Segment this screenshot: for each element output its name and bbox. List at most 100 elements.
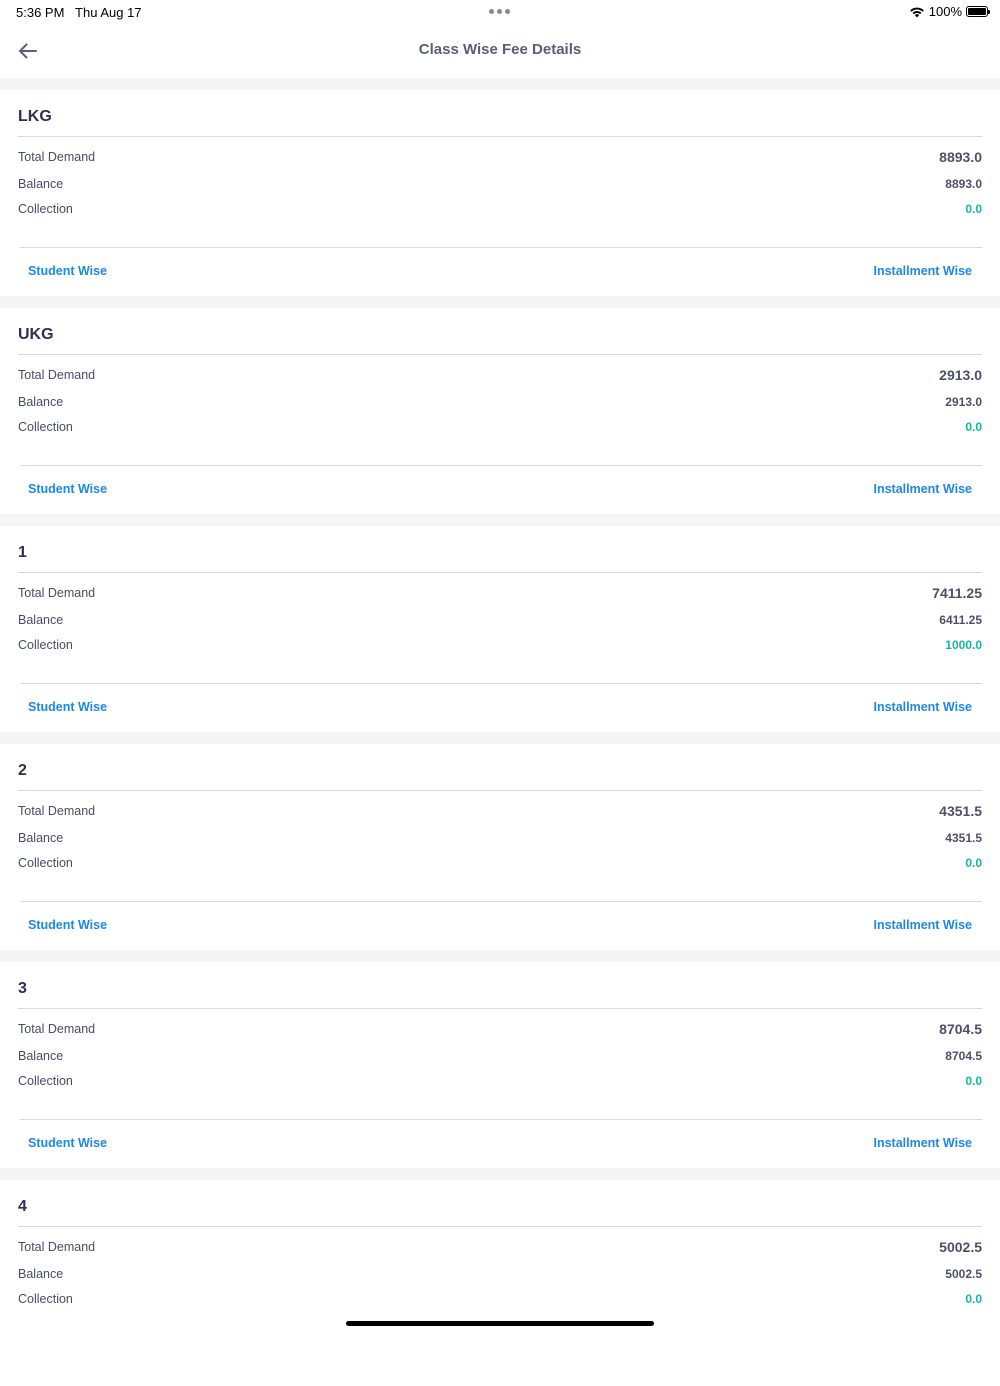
balance-row: Balance 8893.0 (18, 177, 982, 195)
class-card: 1 Total Demand 7411.25 Balance 6411.25 C… (0, 514, 1000, 732)
total-demand-value: 4351.5 (939, 803, 982, 819)
total-demand-label: Total Demand (18, 1022, 96, 1036)
balance-value: 8893.0 (945, 177, 982, 191)
total-demand-value: 8704.5 (939, 1021, 982, 1037)
divider (20, 901, 982, 902)
class-name: 1 (18, 544, 27, 561)
nav-bar: Class Wise Fee Details (0, 24, 1000, 78)
divider (18, 1226, 982, 1227)
total-demand-value: 8893.0 (939, 149, 982, 165)
total-demand-label: Total Demand (18, 804, 96, 818)
class-fee-list: LKG Total Demand 8893.0 Balance 8893.0 C… (0, 78, 1000, 1386)
installment-wise-button[interactable]: Installment Wise (873, 918, 972, 932)
balance-row: Balance 6411.25 (18, 613, 982, 631)
student-wise-button[interactable]: Student Wise (28, 482, 107, 496)
battery-percentage: 100% (928, 4, 962, 19)
collection-value: 1000.0 (945, 638, 982, 652)
balance-label: Balance (18, 831, 64, 845)
status-right-group: 100% (909, 4, 990, 19)
wifi-icon (909, 7, 924, 17)
total-demand-value: 7411.25 (932, 585, 982, 601)
installment-wise-button[interactable]: Installment Wise (873, 264, 972, 278)
status-time: 5:36 PM Thu Aug 17 (16, 5, 142, 20)
balance-row: Balance 8704.5 (18, 1049, 982, 1067)
collection-value: 0.0 (965, 1292, 982, 1306)
divider (20, 683, 982, 684)
divider (20, 1119, 982, 1120)
collection-value: 0.0 (965, 856, 982, 870)
student-wise-button[interactable]: Student Wise (28, 264, 107, 278)
balance-label: Balance (18, 613, 64, 627)
total-demand-row: Total Demand 8704.5 (18, 1021, 982, 1040)
balance-row: Balance 5002.5 (18, 1267, 982, 1285)
collection-row: Collection 0.0 (18, 1074, 982, 1092)
balance-label: Balance (18, 1049, 64, 1063)
total-demand-label: Total Demand (18, 586, 96, 600)
collection-label: Collection (18, 1074, 73, 1088)
total-demand-row: Total Demand 2913.0 (18, 367, 982, 386)
installment-wise-button[interactable]: Installment Wise (873, 482, 972, 496)
page-title: Class Wise Fee Details (418, 41, 582, 58)
total-demand-row: Total Demand 4351.5 (18, 803, 982, 822)
total-demand-label: Total Demand (18, 368, 96, 382)
balance-value: 8704.5 (945, 1049, 982, 1063)
collection-row: Collection 0.0 (18, 856, 982, 874)
total-demand-row: Total Demand 7411.25 (18, 585, 982, 604)
home-indicator (346, 1321, 654, 1326)
collection-label: Collection (18, 638, 73, 652)
divider (18, 572, 982, 573)
balance-value: 2913.0 (945, 395, 982, 409)
collection-row: Collection 0.0 (18, 202, 982, 220)
collection-value: 0.0 (965, 1074, 982, 1088)
divider (18, 790, 982, 791)
status-date-text: Thu Aug 17 (75, 5, 142, 20)
total-demand-value: 2913.0 (939, 367, 982, 383)
collection-value: 0.0 (965, 420, 982, 434)
class-card: 2 Total Demand 4351.5 Balance 4351.5 Col… (0, 732, 1000, 950)
collection-label: Collection (18, 1292, 73, 1306)
total-demand-label: Total Demand (18, 150, 96, 164)
class-name: 4 (18, 1198, 27, 1215)
class-name: 2 (18, 762, 27, 779)
divider (18, 136, 982, 137)
divider (20, 465, 982, 466)
class-name: 3 (18, 980, 27, 997)
class-name: LKG (18, 108, 52, 125)
divider (20, 247, 982, 248)
collection-row: Collection 1000.0 (18, 638, 982, 656)
balance-label: Balance (18, 1267, 64, 1281)
class-name: UKG (18, 326, 54, 343)
balance-value: 6411.25 (939, 613, 982, 627)
collection-row: Collection 0.0 (18, 1292, 982, 1310)
installment-wise-button[interactable]: Installment Wise (873, 700, 972, 714)
balance-label: Balance (18, 395, 64, 409)
total-demand-row: Total Demand 5002.5 (18, 1239, 982, 1258)
collection-label: Collection (18, 202, 73, 216)
balance-row: Balance 4351.5 (18, 831, 982, 849)
balance-label: Balance (18, 177, 64, 191)
student-wise-button[interactable]: Student Wise (28, 1136, 107, 1150)
installment-wise-button[interactable]: Installment Wise (873, 1136, 972, 1150)
student-wise-button[interactable]: Student Wise (28, 918, 107, 932)
student-wise-button[interactable]: Student Wise (28, 700, 107, 714)
collection-label: Collection (18, 856, 73, 870)
class-card: UKG Total Demand 2913.0 Balance 2913.0 C… (0, 296, 1000, 514)
total-demand-row: Total Demand 8893.0 (18, 149, 982, 168)
collection-value: 0.0 (965, 202, 982, 216)
class-card: LKG Total Demand 8893.0 Balance 8893.0 C… (0, 78, 1000, 296)
balance-row: Balance 2913.0 (18, 395, 982, 413)
balance-value: 4351.5 (945, 831, 982, 845)
divider (18, 1008, 982, 1009)
more-dots-icon[interactable] (489, 9, 510, 14)
status-bar: 5:36 PM Thu Aug 17 100% (0, 0, 1000, 24)
balance-value: 5002.5 (945, 1267, 982, 1281)
total-demand-label: Total Demand (18, 1240, 96, 1254)
divider (18, 354, 982, 355)
collection-row: Collection 0.0 (18, 420, 982, 438)
class-card: 4 Total Demand 5002.5 Balance 5002.5 Col… (0, 1168, 1000, 1386)
class-card: 3 Total Demand 8704.5 Balance 8704.5 Col… (0, 950, 1000, 1168)
collection-label: Collection (18, 420, 73, 434)
status-time-text: 5:36 PM (16, 5, 65, 20)
battery-icon (966, 6, 990, 17)
total-demand-value: 5002.5 (939, 1239, 982, 1255)
